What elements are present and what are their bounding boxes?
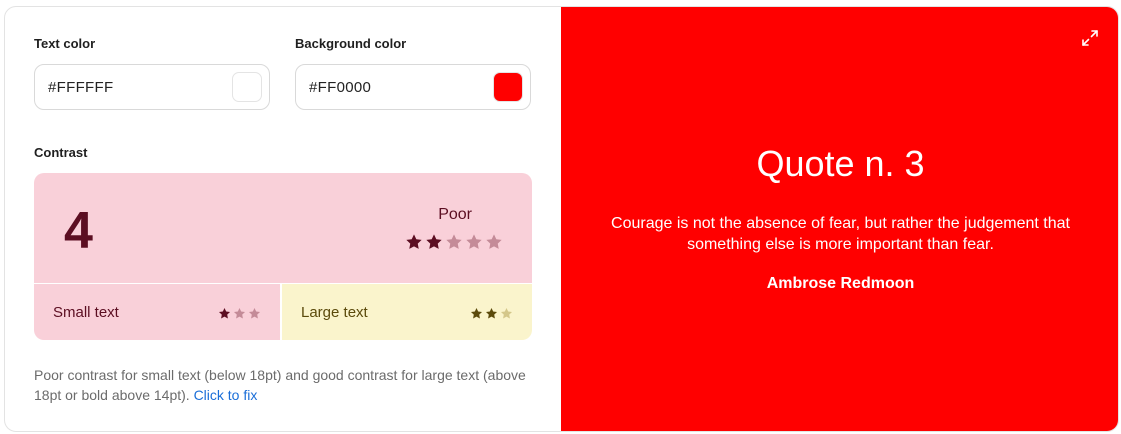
star-empty-icon <box>233 307 246 320</box>
star-empty-icon <box>445 233 463 251</box>
background-color-value[interactable]: #FF0000 <box>309 79 371 96</box>
large-text-rating: Large text <box>282 284 532 340</box>
contrast-score-panel: 4 Poor <box>34 173 532 283</box>
star-filled-icon <box>470 307 483 320</box>
small-text-rating: Small text <box>34 284 280 340</box>
star-empty-icon <box>500 307 513 320</box>
large-text-stars <box>470 307 513 320</box>
preview-panel: Quote n. 3 Courage is not the absence of… <box>561 7 1118 431</box>
large-text-label: Large text <box>301 304 368 321</box>
star-filled-icon <box>485 307 498 320</box>
text-color-input[interactable]: #FFFFFF <box>34 64 270 110</box>
text-color-label: Text color <box>34 36 96 51</box>
expand-icon[interactable] <box>1080 28 1100 48</box>
contrast-note: Poor contrast for small text (below 18pt… <box>34 365 534 405</box>
contrast-label: Contrast <box>34 145 88 160</box>
text-color-value[interactable]: #FFFFFF <box>48 79 113 96</box>
contrast-checker-card: Text color #FFFFFF Background color #FF0… <box>4 6 1119 432</box>
quote-author: Ambrose Redmoon <box>766 275 915 292</box>
contrast-rating: Poor <box>438 206 472 223</box>
quote-title: Quote n. 3 <box>756 143 925 184</box>
contrast-score: 4 <box>64 202 93 260</box>
contrast-note-text: Poor contrast for small text (below 18pt… <box>34 367 526 403</box>
star-filled-icon <box>218 307 231 320</box>
background-color-input[interactable]: #FF0000 <box>295 64 531 110</box>
star-empty-icon <box>485 233 503 251</box>
star-empty-icon <box>465 233 483 251</box>
settings-panel: Text color #FFFFFF Background color #FF0… <box>5 7 561 431</box>
contrast-result: 4 Poor Small text Large text <box>34 173 532 340</box>
star-filled-icon <box>405 233 423 251</box>
star-empty-icon <box>248 307 261 320</box>
text-color-swatch[interactable] <box>232 72 262 102</box>
small-text-label: Small text <box>53 304 119 321</box>
background-color-swatch[interactable] <box>493 72 523 102</box>
click-to-fix-link[interactable]: Click to fix <box>194 387 258 403</box>
star-filled-icon <box>425 233 443 251</box>
small-text-stars <box>218 307 261 320</box>
background-color-label: Background color <box>295 36 407 51</box>
quote-text: Courage is not the absence of fear, but … <box>611 215 1070 253</box>
contrast-rating-stars <box>405 233 503 251</box>
